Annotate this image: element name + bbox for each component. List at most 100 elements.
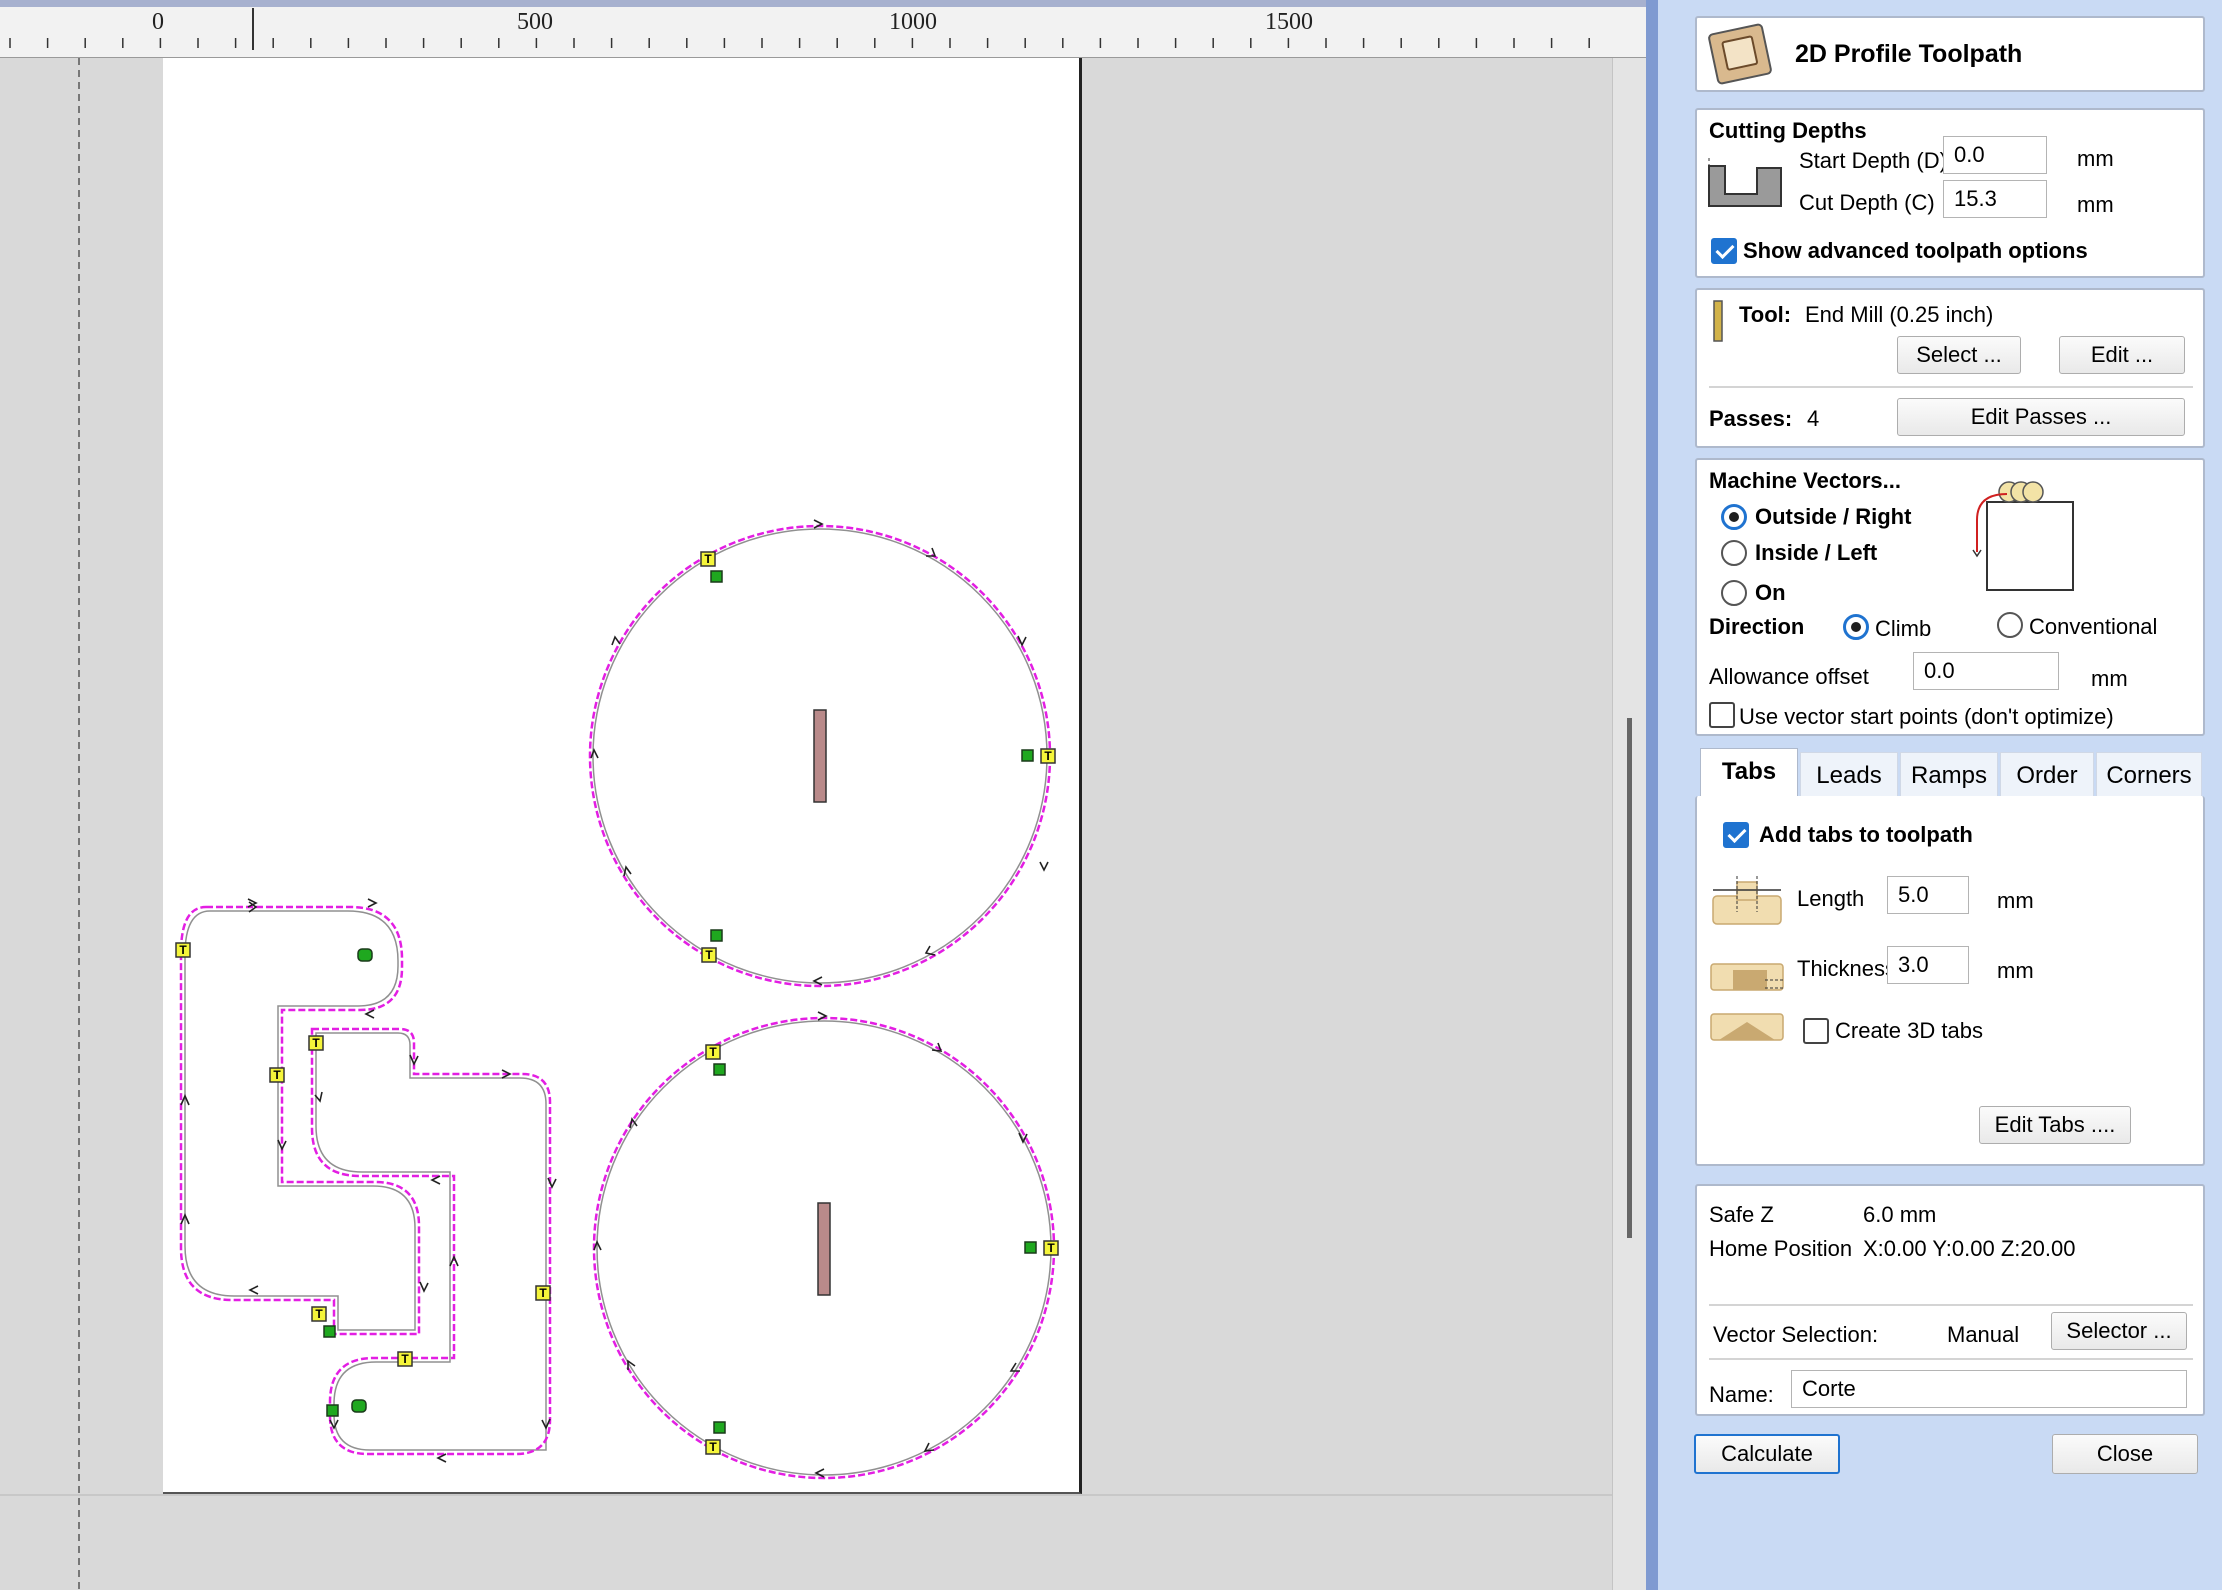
- tool-preview-icon: [813, 709, 827, 803]
- tab-marker[interactable]: T: [311, 1306, 327, 1322]
- tab-length-label: Length: [1797, 886, 1865, 911]
- direction-label: Direction: [1709, 614, 1805, 639]
- svg-text:T: T: [1047, 1241, 1055, 1255]
- tab-marker[interactable]: T: [535, 1285, 551, 1301]
- tab-length-unit: mm: [1997, 888, 2034, 913]
- home-position-label: Home Position: [1709, 1236, 1853, 1261]
- tab-thickness-label: Thickness: [1797, 956, 1897, 981]
- tabs-panel: Add tabs to toolpath Length 5.0 mm Thick…: [1695, 796, 2205, 1166]
- end-mill-icon: [1713, 300, 1723, 342]
- on-radio[interactable]: [1721, 580, 1747, 606]
- cutting-depths-heading: Cutting Depths: [1709, 118, 1867, 143]
- circle-part-bottom[interactable]: [592, 1016, 1056, 1480]
- outside-right-radio[interactable]: [1721, 504, 1747, 530]
- edit-passes-button[interactable]: Edit Passes ...: [1897, 398, 2185, 436]
- tab-marker[interactable]: T: [700, 551, 716, 567]
- on-label[interactable]: On: [1755, 580, 1786, 606]
- tab-marker[interactable]: T: [705, 1044, 721, 1060]
- vertical-scrollbar[interactable]: [1612, 58, 1646, 1590]
- cut-depth-label: Cut Depth (C): [1799, 190, 1935, 215]
- start-point-markers[interactable]: [323, 570, 1037, 1434]
- passes-label: Passes:: [1709, 406, 1793, 431]
- edit-tool-button[interactable]: Edit ...: [2059, 336, 2185, 374]
- panel-title: 2D Profile Toolpath: [1795, 40, 2023, 68]
- selector-button[interactable]: Selector ...: [2051, 1312, 2187, 1350]
- start-depth-unit: mm: [2077, 146, 2114, 171]
- svg-text:T: T: [315, 1307, 323, 1321]
- close-button[interactable]: Close: [2052, 1434, 2198, 1474]
- bracket-part-left[interactable]: [179, 901, 421, 1336]
- panel-header: 2D Profile Toolpath: [1695, 16, 2205, 92]
- tab-order[interactable]: Order: [2000, 752, 2094, 798]
- svg-text:T: T: [709, 1045, 717, 1059]
- tab-length-input[interactable]: 5.0: [1887, 876, 1969, 914]
- machine-vectors-section: Machine Vectors... Outside / Right Insid…: [1695, 458, 2205, 736]
- vector-start-points-label[interactable]: Use vector start points (don't optimize): [1739, 704, 2114, 730]
- create-3d-tabs-checkbox[interactable]: [1803, 1018, 1829, 1044]
- climb-radio[interactable]: [1843, 614, 1869, 640]
- tab-marker[interactable]: T: [269, 1067, 285, 1083]
- tab-marker[interactable]: T: [308, 1035, 324, 1051]
- drawing-workspace[interactable]: 0 500 1000 1500 T T T T T T T T T T T T: [0, 0, 1646, 1590]
- inside-left-label[interactable]: Inside / Left: [1755, 540, 1877, 566]
- machine-vectors-heading: Machine Vectors...: [1709, 468, 1901, 493]
- conventional-label[interactable]: Conventional: [2029, 614, 2157, 640]
- tab-thickness-input[interactable]: 3.0: [1887, 946, 1969, 984]
- bracket-part-right[interactable]: [310, 1027, 552, 1456]
- tab-thickness-unit: mm: [1997, 958, 2034, 983]
- circle-part-top[interactable]: [588, 524, 1052, 988]
- name-separator: [1709, 1358, 2193, 1360]
- tab-marker[interactable]: T: [701, 947, 717, 963]
- tab-leads[interactable]: Leads: [1800, 752, 1898, 798]
- tab-marker[interactable]: T: [175, 942, 191, 958]
- tab-marker[interactable]: T: [1040, 748, 1056, 764]
- cut-depth-diagram-icon: [1708, 158, 1782, 207]
- home-position-value: X:0.00 Y:0.00 Z:20.00: [1863, 1236, 2076, 1261]
- outside-right-label[interactable]: Outside / Right: [1755, 504, 1911, 530]
- advanced-options-checkbox[interactable]: [1711, 238, 1737, 264]
- cutting-depths-section: Cutting Depths Start Depth (D) 0.0 mm Cu…: [1695, 108, 2205, 278]
- tab-marker[interactable]: T: [1043, 1240, 1059, 1256]
- tool-separator: [1709, 386, 2193, 388]
- tab-thickness-icon: [1710, 963, 1785, 991]
- toolpath-panel: 2D Profile Toolpath Cutting Depths Start…: [1658, 0, 2222, 1590]
- start-depth-input[interactable]: 0.0: [1943, 136, 2047, 174]
- create-3d-tabs-label[interactable]: Create 3D tabs: [1835, 1018, 1983, 1044]
- tool-section: Tool: End Mill (0.25 inch) Select ... Ed…: [1695, 288, 2205, 448]
- name-label: Name:: [1709, 1382, 1774, 1407]
- scrollbar-thumb[interactable]: [1627, 718, 1632, 1238]
- climb-label[interactable]: Climb: [1875, 616, 1931, 642]
- cut-depth-unit: mm: [2077, 192, 2114, 217]
- conventional-radio[interactable]: [1997, 612, 2023, 638]
- tab-corners[interactable]: Corners: [2096, 752, 2202, 798]
- safe-z-value: 6.0 mm: [1863, 1202, 1937, 1227]
- calculate-button[interactable]: Calculate: [1694, 1434, 1840, 1474]
- advanced-options-label[interactable]: Show advanced toolpath options: [1743, 238, 2088, 264]
- svg-text:T: T: [709, 1440, 717, 1454]
- toolpath-name-input[interactable]: Corte: [1791, 1370, 2187, 1408]
- svg-text:T: T: [273, 1068, 281, 1082]
- allowance-unit: mm: [2091, 666, 2128, 691]
- tab-marker[interactable]: T: [397, 1351, 413, 1367]
- vector-selection-value: Manual: [1947, 1322, 2020, 1347]
- tab-markers[interactable]: T T T T T T T T T T T T: [175, 551, 1059, 1455]
- svg-text:T: T: [704, 552, 712, 566]
- tab-marker[interactable]: T: [705, 1439, 721, 1455]
- allowance-offset-input[interactable]: 0.0: [1913, 652, 2059, 690]
- tab-3d-icon: [1710, 1013, 1784, 1041]
- tool-label: Tool:: [1739, 302, 1792, 327]
- panel-splitter[interactable]: [1646, 0, 1658, 1590]
- material-sheet[interactable]: T T T T T T T T T T T T: [163, 58, 1082, 1494]
- inside-left-radio[interactable]: [1721, 540, 1747, 566]
- edit-tabs-button[interactable]: Edit Tabs ....: [1979, 1106, 2131, 1144]
- add-tabs-label[interactable]: Add tabs to toolpath: [1759, 822, 1973, 848]
- add-tabs-checkbox[interactable]: [1723, 822, 1749, 848]
- toolpath-drawing[interactable]: T T T T T T T T T T T T: [163, 58, 1082, 1494]
- vector-start-points-checkbox[interactable]: [1709, 702, 1735, 728]
- tab-ramps[interactable]: Ramps: [1900, 752, 1998, 798]
- tab-tabs[interactable]: Tabs: [1700, 748, 1798, 798]
- allowance-offset-label: Allowance offset: [1709, 664, 1869, 689]
- cut-depth-input[interactable]: 15.3: [1943, 180, 2047, 218]
- select-tool-button[interactable]: Select ...: [1897, 336, 2021, 374]
- machine-vectors-diagram-icon: [1972, 481, 2074, 591]
